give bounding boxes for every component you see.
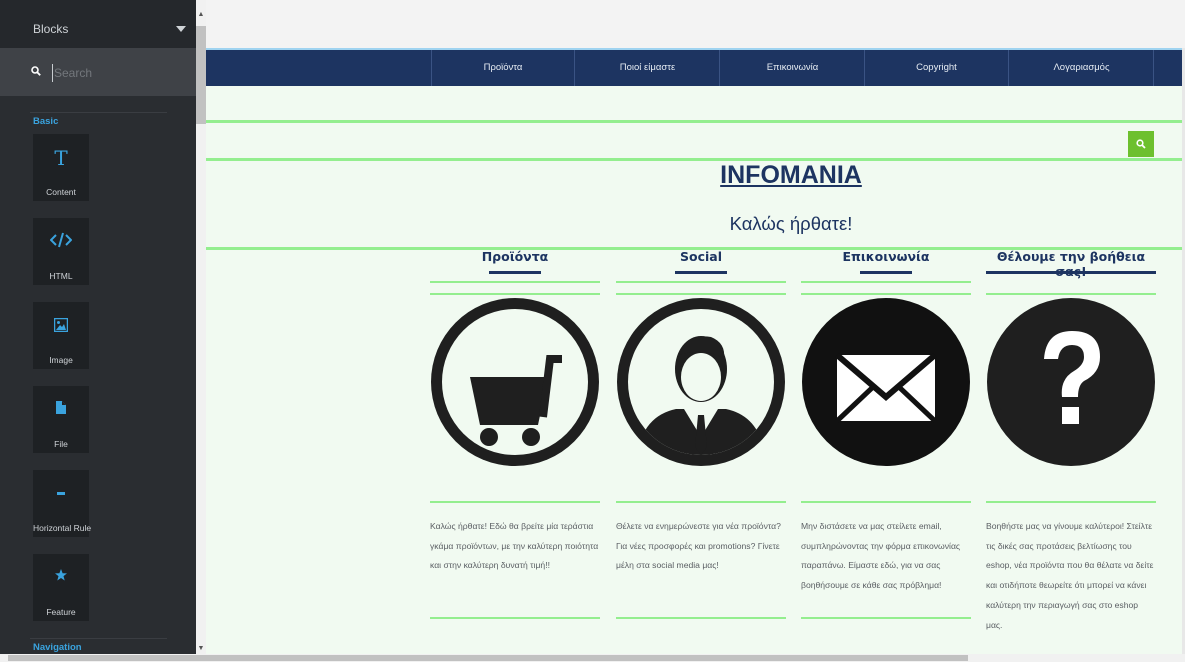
divider-line — [616, 281, 786, 283]
block-label: HTML — [49, 271, 73, 281]
category-divider — [30, 638, 167, 639]
text-icon: T — [54, 146, 68, 170]
divider-line — [616, 617, 786, 619]
scroll-up-icon[interactable]: ▲ — [196, 10, 206, 20]
sidebar-scrollbar-thumb[interactable] — [196, 26, 206, 124]
code-icon — [50, 232, 72, 248]
block-content[interactable]: T Content — [33, 134, 89, 201]
column-title: Επικοινωνία — [842, 249, 930, 264]
nav-item-contact[interactable]: Επικοινωνία — [721, 50, 865, 86]
block-horizontal-rule[interactable]: Horizontal Rule — [33, 470, 92, 537]
divider-line — [616, 293, 786, 295]
divider-line — [430, 293, 600, 295]
title-underline — [986, 271, 1156, 274]
site-navbar: Προϊόντα Ποιοί είμαστε Επικοινωνία Copyr… — [206, 48, 1182, 86]
divider-line — [801, 617, 971, 619]
page-preview[interactable]: Προϊόντα Ποιοί είμαστε Επικοινωνία Copyr… — [206, 48, 1182, 654]
editor-app: Blocks Basic T Content HTML — [0, 0, 1185, 662]
nav-item-about[interactable]: Ποιοί είμαστε — [576, 50, 720, 86]
question-mark-icon[interactable] — [986, 297, 1156, 467]
search-icon — [31, 66, 41, 76]
divider-line — [986, 501, 1156, 503]
user-icon[interactable] — [616, 297, 786, 467]
shopping-cart-icon[interactable] — [430, 297, 600, 467]
site-title: INFOMANIA — [720, 161, 862, 189]
nav-item-copyright[interactable]: Copyright — [865, 50, 1009, 86]
title-underline — [675, 271, 727, 274]
star-icon — [55, 569, 67, 581]
nav-item-products[interactable]: Προϊόντα — [431, 50, 575, 86]
welcome-heading: Καλώς ήρθατε! — [729, 213, 853, 234]
category-divider — [30, 112, 167, 113]
blocks-panel-header[interactable]: Blocks — [0, 0, 196, 48]
title-underline — [489, 271, 541, 274]
divider-line — [430, 501, 600, 503]
block-label: Horizontal Rule — [33, 523, 92, 533]
divider-line — [986, 293, 1156, 295]
block-label: File — [54, 439, 68, 449]
category-basic[interactable]: Basic — [33, 116, 58, 127]
block-html[interactable]: HTML — [33, 218, 89, 285]
search-icon — [1136, 139, 1146, 149]
column-title: Social — [679, 249, 722, 264]
block-search-input[interactable] — [52, 64, 182, 82]
divider-line — [801, 281, 971, 283]
divider-line — [616, 501, 786, 503]
block-label: Content — [46, 187, 76, 197]
nav-item-account[interactable]: Λογαριασμός — [1010, 50, 1154, 86]
divider-line — [801, 293, 971, 295]
column-title: Προϊόντα — [481, 249, 549, 264]
column-text: Μην διστάσετε να μας στείλετε email, συμ… — [801, 521, 961, 591]
title-underline — [860, 271, 912, 274]
category-navigation[interactable]: Navigation — [33, 642, 82, 653]
block-feature[interactable]: Feature — [33, 554, 89, 621]
column-text: Βοηθήστε μας να γίνουμε καλύτεροι! Στείλ… — [986, 521, 1154, 630]
divider-line — [430, 617, 600, 619]
envelope-icon[interactable] — [801, 297, 971, 467]
blocks-sidebar: Blocks Basic T Content HTML — [0, 0, 196, 662]
horizontal-scrollbar-thumb[interactable] — [8, 655, 968, 661]
block-label: Image — [49, 355, 73, 365]
file-icon — [56, 401, 66, 414]
block-file[interactable]: File — [33, 386, 89, 453]
divider-line — [430, 281, 600, 283]
block-label: Feature — [46, 607, 76, 617]
column-title: Θέλουμε την βοήθεια σας! — [996, 249, 1146, 279]
caret-down-icon[interactable] — [176, 26, 186, 32]
scroll-down-icon[interactable]: ▼ — [196, 644, 206, 654]
image-icon — [54, 318, 68, 332]
divider-line — [801, 501, 971, 503]
minus-icon — [57, 492, 65, 495]
site-search-button[interactable] — [1128, 131, 1154, 157]
column-text: Θέλετε να ενημερώνεστε για νέα προϊόντα?… — [616, 521, 781, 571]
divider-line — [206, 120, 1182, 123]
blocks-panel-title: Blocks — [33, 22, 69, 36]
block-image[interactable]: Image — [33, 302, 89, 369]
column-text: Καλώς ήρθατε! Εδώ θα βρείτε μία τεράστια… — [430, 521, 599, 571]
